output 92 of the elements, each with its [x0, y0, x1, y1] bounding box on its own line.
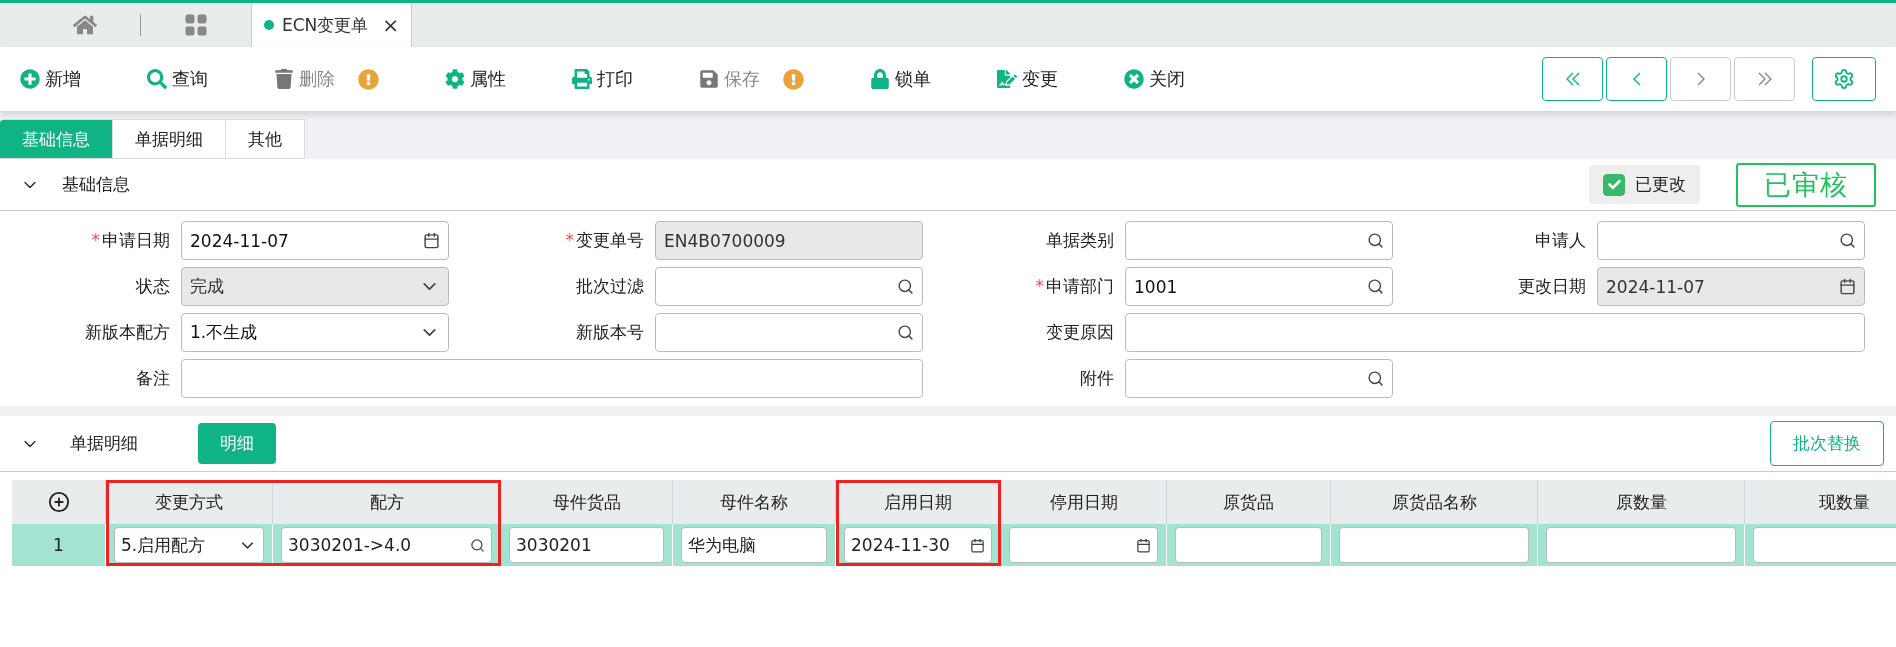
check-icon: [1607, 178, 1621, 191]
chevron-right-icon: [1696, 72, 1705, 86]
toolbar-button[interactable]: 关闭: [1124, 67, 1185, 91]
field-label: *申请日期: [90, 229, 170, 252]
document-tab[interactable]: ECN变更单 ×: [251, 3, 413, 47]
settings-button[interactable]: [1812, 57, 1876, 101]
section-title: 单据明细: [70, 432, 138, 455]
approved-stamp: 已审核: [1736, 162, 1876, 207]
input-field[interactable]: 1001: [1125, 267, 1393, 306]
column-header: 母件名称: [673, 480, 836, 524]
field-label: 更改日期: [1517, 275, 1586, 298]
field-label: 新版本配方: [84, 321, 170, 344]
input-field[interactable]: 2024-11-07: [181, 221, 449, 260]
cell-input[interactable]: 华为电脑: [681, 527, 827, 563]
search-icon[interactable]: [897, 324, 914, 341]
cell-input[interactable]: [1753, 527, 1896, 563]
trash-icon: [274, 69, 294, 89]
calendar-icon[interactable]: [423, 232, 440, 249]
lock-icon: [870, 69, 890, 89]
column-header: 停用日期: [1001, 480, 1167, 524]
settings-icon: [1833, 68, 1855, 90]
column-header: 原数量: [1538, 480, 1745, 524]
input-field[interactable]: [1597, 221, 1865, 260]
field-label: 新版本号: [575, 321, 644, 344]
search-icon[interactable]: [897, 278, 914, 295]
calendar-icon[interactable]: [970, 537, 985, 553]
changed-checkbox[interactable]: 已更改: [1589, 165, 1700, 204]
search-icon[interactable]: [1839, 232, 1856, 249]
cell-input[interactable]: 5.启用配方: [114, 527, 264, 563]
field-label: 申请人: [1534, 229, 1586, 252]
section-title: 基础信息: [62, 173, 130, 196]
column-header: 原货品名称: [1331, 480, 1538, 524]
pager-button[interactable]: [1606, 57, 1667, 101]
toolbar-button[interactable]: 锁单: [870, 67, 931, 91]
document-pen-icon: [997, 69, 1017, 89]
close-tab-button[interactable]: ×: [382, 13, 400, 37]
toolbar-button[interactable]: 变更: [997, 67, 1058, 91]
cell-input[interactable]: 2024-11-30: [844, 527, 992, 563]
add-row-header[interactable]: [12, 480, 106, 524]
printer-icon: [572, 69, 592, 89]
checkbox-label: 已更改: [1635, 173, 1686, 196]
column-header: 原货品: [1167, 480, 1331, 524]
input-field[interactable]: 1.不生成: [181, 313, 449, 352]
toolbar-button[interactable]: 查询: [147, 67, 208, 91]
input-field[interactable]: [655, 267, 923, 306]
column-header: 启用日期: [836, 480, 1001, 524]
column-header: 现数量: [1745, 480, 1896, 524]
field-label: *变更单号: [564, 229, 644, 252]
field-label: 状态: [135, 275, 170, 298]
column-header: 配方: [273, 480, 501, 524]
row-number: 1: [12, 524, 106, 566]
search-icon[interactable]: [1367, 370, 1384, 387]
section-tab[interactable]: 单据明细: [113, 119, 226, 159]
column-header: 母件货品: [501, 480, 673, 524]
search-icon[interactable]: [1367, 232, 1384, 249]
add-circle-icon: [47, 491, 70, 513]
calendar-icon[interactable]: [1136, 537, 1151, 553]
cell-input[interactable]: 3030201: [509, 527, 664, 563]
search-icon[interactable]: [1367, 278, 1384, 295]
input-field[interactable]: [1125, 221, 1393, 260]
toolbar-button[interactable]: 属性: [445, 67, 506, 91]
field-label: *申请部门: [1034, 275, 1114, 298]
close-icon: [1124, 69, 1144, 89]
field-label: 变更原因: [1045, 321, 1114, 344]
chevron-left-icon: [1632, 72, 1641, 86]
home-icon: [73, 13, 97, 37]
cell-input[interactable]: [1009, 527, 1158, 563]
status-dot: [264, 20, 274, 30]
section-tab[interactable]: 其他: [226, 119, 305, 159]
input-field[interactable]: [1125, 359, 1393, 398]
column-header: 变更方式: [106, 480, 273, 524]
field-label: 备注: [135, 367, 170, 390]
cell-input[interactable]: [1546, 527, 1736, 563]
toolbar-button[interactable]: 新增: [20, 67, 81, 91]
search-icon[interactable]: [470, 537, 485, 553]
input-field[interactable]: [181, 359, 923, 398]
input-field[interactable]: [655, 313, 923, 352]
grid-icon: [184, 13, 208, 37]
gear-icon: [445, 69, 465, 89]
double-chevron-right-icon: [1757, 72, 1772, 86]
pager-button[interactable]: [1542, 57, 1603, 101]
checkbox[interactable]: [1603, 173, 1625, 196]
field-label: 单据类别: [1045, 229, 1114, 252]
field-label: 批次过滤: [575, 275, 644, 298]
toolbar-button[interactable]: 打印: [572, 67, 633, 91]
double-chevron-left-icon: [1565, 72, 1580, 86]
cell-input[interactable]: 3030201->4.0: [281, 527, 492, 563]
cell-input[interactable]: [1175, 527, 1322, 563]
field-label: 附件: [1079, 367, 1114, 390]
input-field[interactable]: [1125, 313, 1865, 352]
cell-input[interactable]: [1339, 527, 1529, 563]
search-icon: [147, 69, 167, 89]
